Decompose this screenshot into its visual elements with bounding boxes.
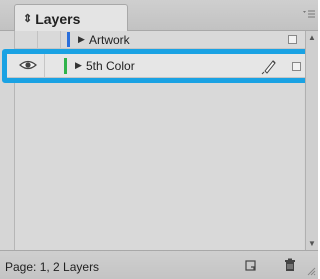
status-bar: Page: 1, 2 Layers	[0, 250, 318, 279]
collapse-chevron-icon[interactable]: ⇕	[23, 12, 32, 25]
scroll-down-arrow-icon[interactable]: ▼	[308, 239, 316, 248]
trash-icon[interactable]	[282, 257, 298, 273]
visibility-toggle[interactable]	[15, 31, 38, 48]
expand-triangle-icon[interactable]: ▶	[78, 34, 85, 45]
layer-color-swatch	[67, 32, 70, 47]
panel-menu-icon[interactable]	[302, 8, 316, 20]
layer-target-box[interactable]	[288, 35, 297, 44]
new-layer-icon[interactable]	[243, 257, 259, 273]
panel-tab-bar: ⇕ Layers	[0, 0, 318, 32]
resize-grip-icon[interactable]	[306, 266, 316, 276]
tab-label: Layers	[35, 10, 81, 27]
lock-toggle[interactable]	[38, 31, 61, 48]
layer-name: Artwork	[89, 33, 130, 47]
status-text: Page: 1, 2 Layers	[5, 260, 100, 274]
layer-row-artwork[interactable]: ▶ Artwork	[15, 31, 305, 49]
selection-highlight	[2, 49, 316, 83]
tab-layers[interactable]: ⇕ Layers	[14, 4, 128, 32]
scrollbar[interactable]: ▲ ▼	[305, 31, 318, 250]
layers-panel: ⇕ Layers ▶ Artwork ▶ 5th Color ▲ ▼ Page:…	[0, 0, 318, 279]
scroll-up-arrow-icon[interactable]: ▲	[308, 33, 316, 42]
